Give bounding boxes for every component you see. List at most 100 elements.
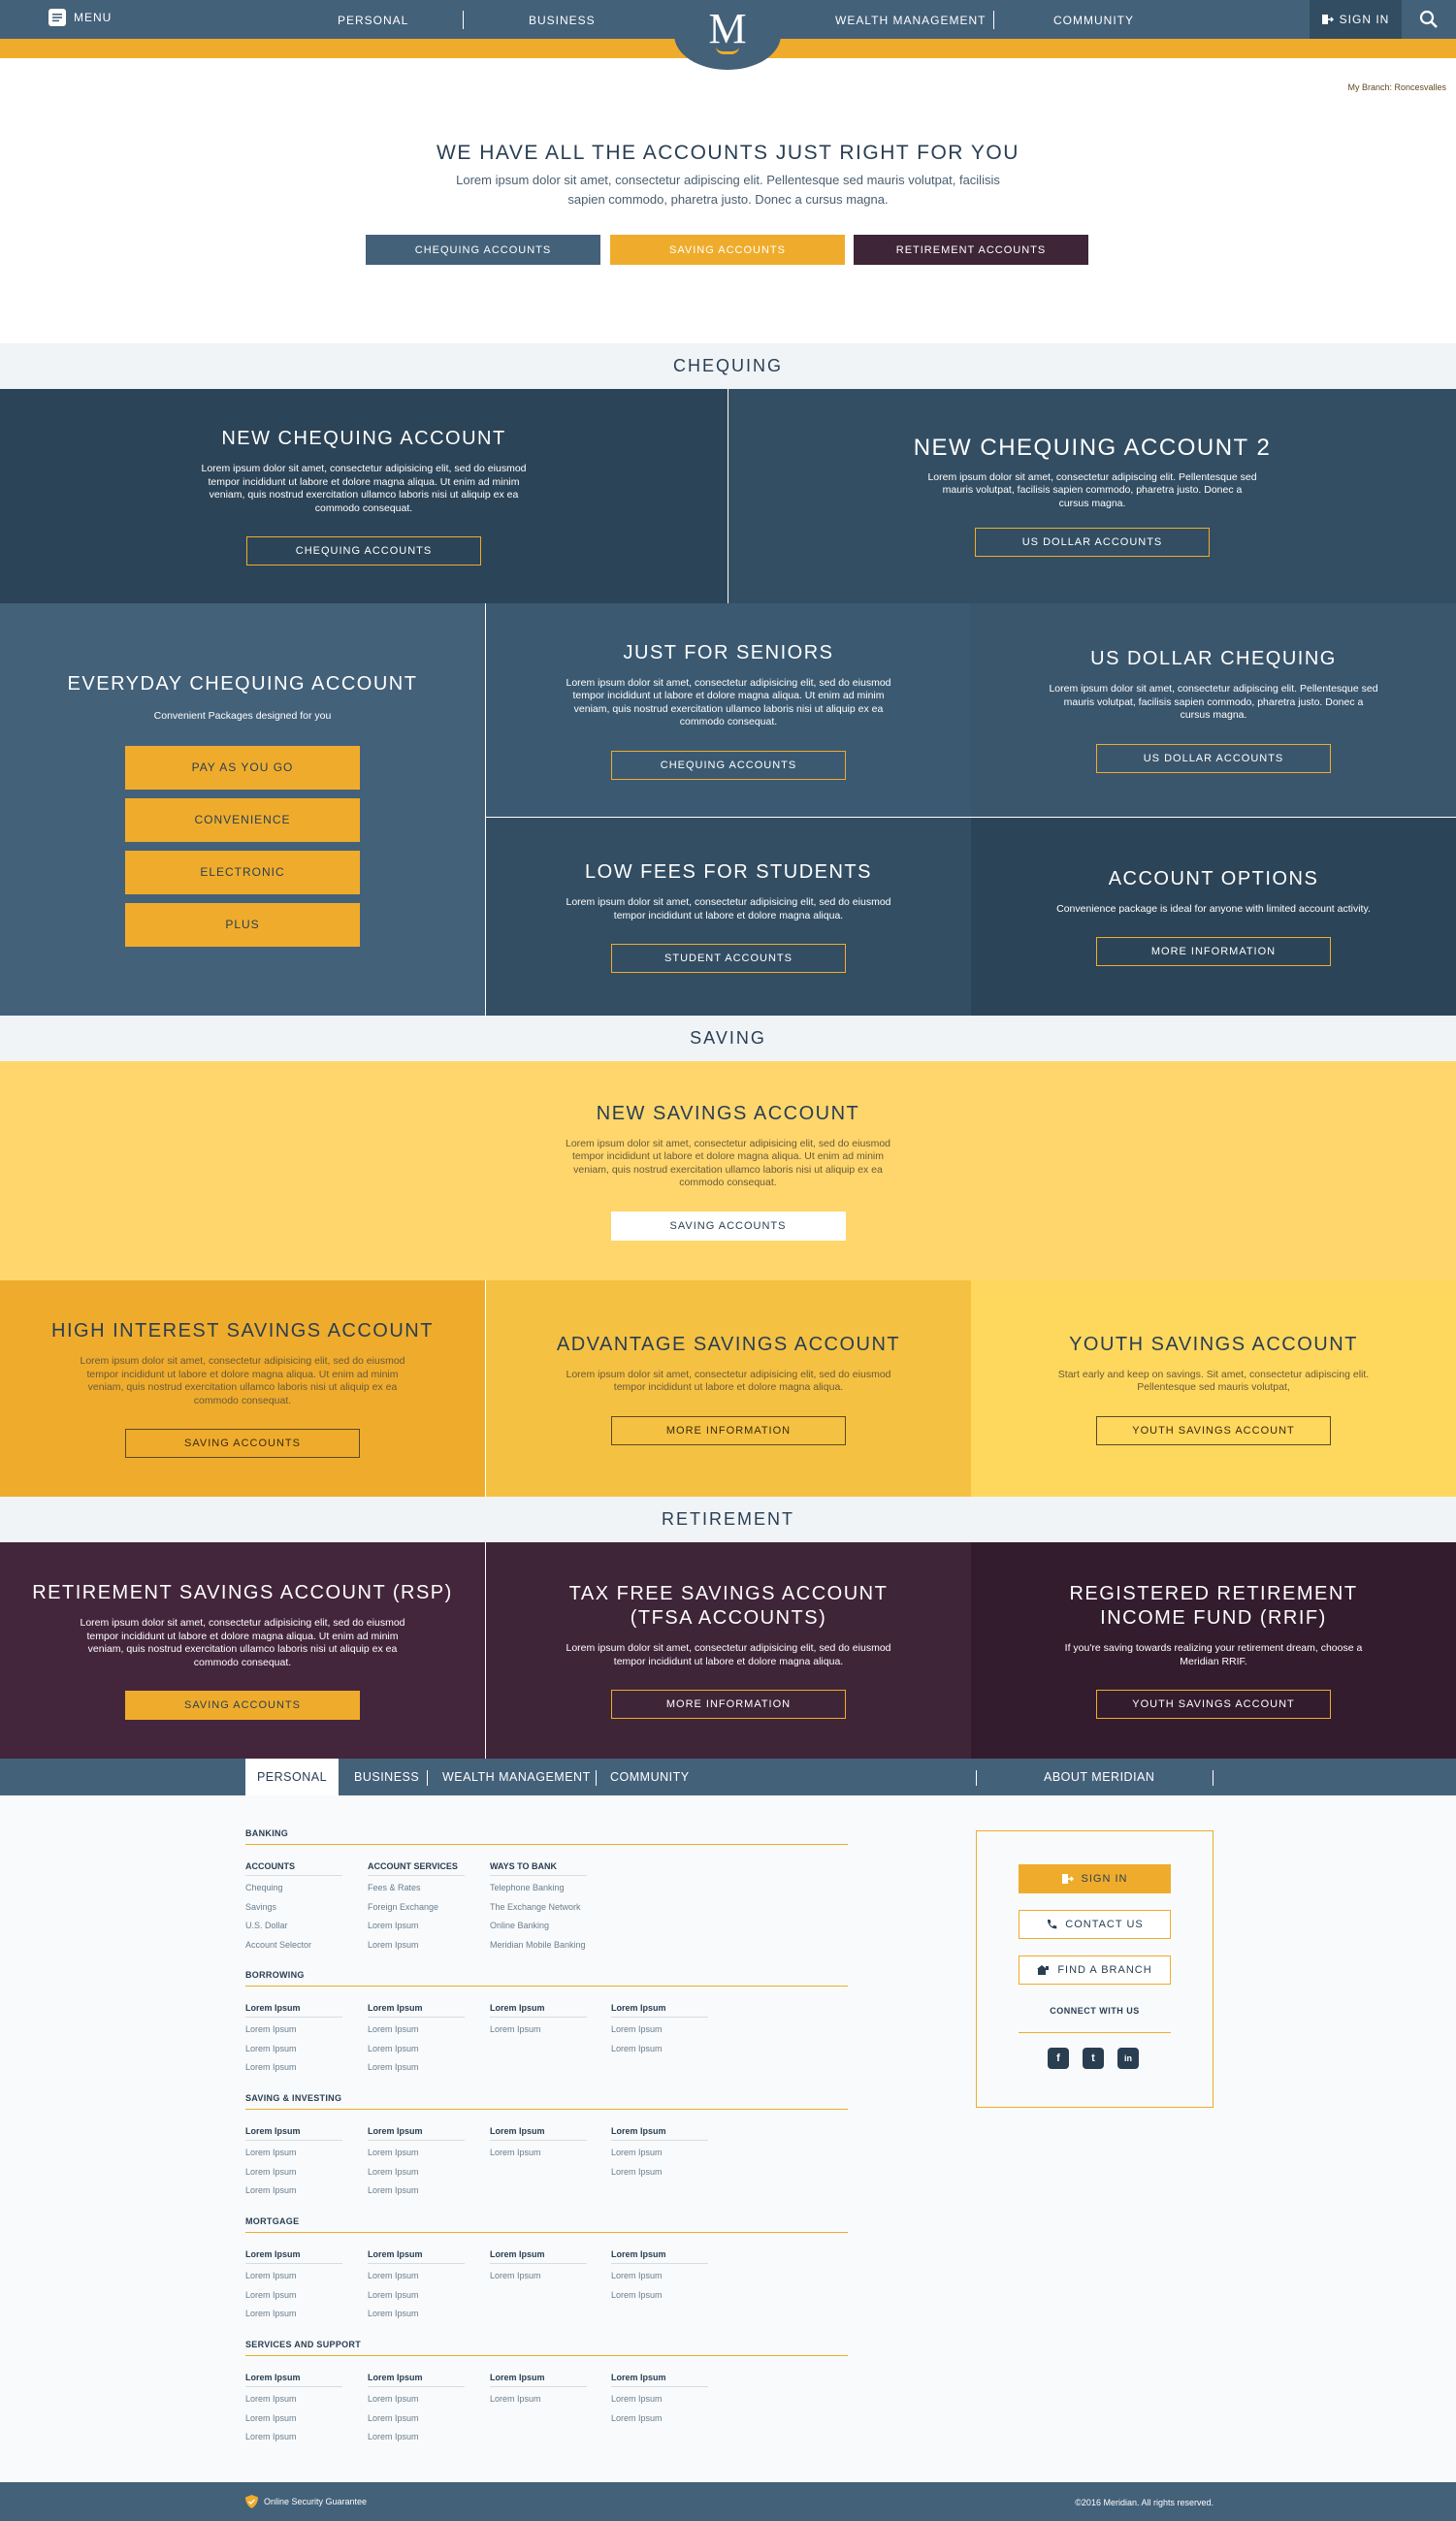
sitemap-link[interactable]: Lorem Ipsum xyxy=(245,2271,342,2290)
convenience-button[interactable]: CONVENIENCE xyxy=(125,797,360,842)
sitemap-link[interactable]: Lorem Ipsum xyxy=(245,2062,342,2082)
sitemap-link[interactable]: Lorem Ipsum xyxy=(368,2290,465,2310)
sitemap-link[interactable]: The Exchange Network xyxy=(490,1902,587,1922)
saving-accounts-button[interactable]: SAVING ACCOUNTS xyxy=(125,1691,360,1720)
sitemap-link[interactable]: Lorem Ipsum xyxy=(245,2185,342,2205)
facebook-icon[interactable]: f xyxy=(1048,2048,1069,2069)
more-information-button[interactable]: MORE INFORMATION xyxy=(611,1415,846,1445)
sitemap-link[interactable]: Lorem Ipsum xyxy=(245,2394,342,2413)
nav-business[interactable]: BUSINESS xyxy=(529,14,596,27)
security-guarantee-link[interactable]: Online Security Guarantee xyxy=(245,2495,367,2508)
sitemap-link[interactable]: Lorem Ipsum xyxy=(611,2148,708,2167)
sitemap-link[interactable]: Lorem Ipsum xyxy=(368,2044,465,2063)
meridian-logo[interactable]: M xyxy=(674,0,781,70)
sign-in-button[interactable]: SIGN IN xyxy=(1310,0,1402,39)
tfsa-tile: TAX FREE SAVINGS ACCOUNT (TFSA ACCOUNTS)… xyxy=(486,1542,971,1759)
copyright-text: ©2016 Meridian. All rights reserved. xyxy=(1075,2498,1213,2507)
footer-tab-personal[interactable]: PERSONAL xyxy=(245,1759,339,1795)
sitemap-link[interactable]: Chequing xyxy=(245,1883,342,1902)
chequing-accounts-button[interactable]: CHEQUING ACCOUNTS xyxy=(246,536,481,566)
sitemap-link[interactable]: U.S. Dollar xyxy=(245,1921,342,1940)
sitemap-link[interactable]: Lorem Ipsum xyxy=(368,2024,465,2044)
saving-accounts-button[interactable]: SAVING ACCOUNTS xyxy=(125,1429,360,1458)
footer-tab-about-meridian[interactable]: ABOUT MERIDIAN xyxy=(1044,1759,1154,1795)
sitemap-link[interactable]: Lorem Ipsum xyxy=(245,2290,342,2310)
footer-actions-box: SIGN IN CONTACT US FIND A BRANCH CONNECT… xyxy=(976,1830,1213,2108)
sitemap-link[interactable]: Lorem Ipsum xyxy=(245,2024,342,2044)
footer-tab-wealth-management[interactable]: WEALTH MANAGEMENT xyxy=(442,1759,591,1795)
contact-us-button[interactable]: CONTACT US xyxy=(1019,1910,1171,1939)
hero-saving-button[interactable]: SAVING ACCOUNTS xyxy=(610,235,845,265)
find-branch-button[interactable]: FIND A BRANCH xyxy=(1019,1955,1171,1985)
sitemap-link[interactable]: Lorem Ipsum xyxy=(368,2309,465,2328)
sitemap-link[interactable]: Lorem Ipsum xyxy=(611,2290,708,2310)
sitemap-link[interactable]: Lorem Ipsum xyxy=(490,2271,587,2290)
nav-community[interactable]: COMMUNITY xyxy=(1053,14,1134,27)
rsp-tile: RETIREMENT SAVINGS ACCOUNT (RSP) Lorem i… xyxy=(0,1542,485,1759)
sitemap-link[interactable]: Account Selector xyxy=(245,1940,342,1959)
sitemap-link[interactable]: Lorem Ipsum xyxy=(611,2024,708,2044)
sitemap-link[interactable]: Online Banking xyxy=(490,1921,587,1940)
sitemap-link[interactable]: Lorem Ipsum xyxy=(368,1921,465,1940)
sitemap-link[interactable]: Lorem Ipsum xyxy=(611,2394,708,2413)
sitemap-link[interactable]: Lorem Ipsum xyxy=(368,2271,465,2290)
youth-savings-account-button[interactable]: YOUTH SAVINGS ACCOUNT xyxy=(1096,1415,1331,1445)
sitemap-link[interactable]: Lorem Ipsum xyxy=(368,2167,465,2186)
sitemap-link[interactable]: Lorem Ipsum xyxy=(611,2413,708,2433)
sitemap-link[interactable]: Lorem Ipsum xyxy=(245,2148,342,2167)
sitemap-link[interactable]: Lorem Ipsum xyxy=(245,2167,342,2186)
footer-tab-business[interactable]: BUSINESS xyxy=(354,1759,419,1795)
footer-tab-community[interactable]: COMMUNITY xyxy=(610,1759,690,1795)
sitemap-link[interactable]: Lorem Ipsum xyxy=(368,2394,465,2413)
pay-as-you-go-button[interactable]: PAY AS YOU GO xyxy=(125,745,360,790)
just-for-seniors-tile: JUST FOR SENIORS Lorem ipsum dolor sit a… xyxy=(486,603,971,817)
sitemap-link[interactable]: Lorem Ipsum xyxy=(245,2044,342,2063)
sitemap-link[interactable]: Lorem Ipsum xyxy=(245,2432,342,2451)
sitemap-divider xyxy=(245,2109,848,2110)
youth-savings-account-button[interactable]: YOUTH SAVINGS ACCOUNT xyxy=(1096,1690,1331,1719)
tile-title: REGISTERED RETIREMENT INCOME FUND (RRIF) xyxy=(1069,1583,1358,1629)
more-information-button[interactable]: MORE INFORMATION xyxy=(611,1690,846,1719)
sitemap-link[interactable]: Lorem Ipsum xyxy=(490,2024,587,2044)
saving-accounts-button[interactable]: SAVING ACCOUNTS xyxy=(610,1211,846,1241)
linkedin-icon[interactable]: in xyxy=(1117,2048,1139,2069)
nav-personal[interactable]: PERSONAL xyxy=(338,14,408,27)
sitemap-link[interactable]: Lorem Ipsum xyxy=(490,2394,587,2413)
student-accounts-button[interactable]: STUDENT ACCOUNTS xyxy=(611,944,846,973)
sitemap-link[interactable]: Lorem Ipsum xyxy=(611,2167,708,2186)
chequing-accounts-button[interactable]: CHEQUING ACCOUNTS xyxy=(611,750,846,780)
us-dollar-accounts-button[interactable]: US DOLLAR ACCOUNTS xyxy=(975,528,1210,558)
sitemap-link[interactable]: Lorem Ipsum xyxy=(245,2413,342,2433)
sitemap-link[interactable]: Lorem Ipsum xyxy=(611,2271,708,2290)
sitemap-link[interactable]: Fees & Rates xyxy=(368,1883,465,1902)
us-dollar-accounts-button[interactable]: US DOLLAR ACCOUNTS xyxy=(1096,743,1331,773)
sitemap-link[interactable]: Meridian Mobile Banking xyxy=(490,1940,587,1959)
hero-chequing-button[interactable]: CHEQUING ACCOUNTS xyxy=(366,235,600,265)
sitemap-link[interactable]: Lorem Ipsum xyxy=(368,2185,465,2205)
footer-sign-in-button[interactable]: SIGN IN xyxy=(1019,1864,1171,1893)
sitemap-link[interactable]: Lorem Ipsum xyxy=(245,2309,342,2328)
nav-wealth-management[interactable]: WEALTH MANAGEMENT xyxy=(835,14,986,27)
more-information-button[interactable]: MORE INFORMATION xyxy=(1096,937,1331,967)
sitemap-link[interactable]: Lorem Ipsum xyxy=(368,2148,465,2167)
sitemap-link[interactable]: Lorem Ipsum xyxy=(368,2432,465,2451)
rrif-tile: REGISTERED RETIREMENT INCOME FUND (RRIF)… xyxy=(971,1542,1456,1759)
sign-in-label: SIGN IN xyxy=(1339,13,1390,26)
sitemap-link[interactable]: Lorem Ipsum xyxy=(368,2413,465,2433)
sitemap-link[interactable]: Foreign Exchange xyxy=(368,1902,465,1922)
sitemap-heading: BORROWING xyxy=(245,1970,305,1980)
sitemap-link[interactable]: Lorem Ipsum xyxy=(368,2062,465,2082)
sitemap-link[interactable]: Lorem Ipsum xyxy=(368,1940,465,1959)
sitemap-link[interactable]: Telephone Banking xyxy=(490,1883,587,1902)
sitemap-column-heading: Lorem Ipsum xyxy=(611,2126,708,2141)
hero-retirement-button[interactable]: RETIREMENT ACCOUNTS xyxy=(854,235,1088,265)
menu-button[interactable]: MENU xyxy=(49,9,112,26)
my-branch-text[interactable]: My Branch: Roncesvalles xyxy=(1347,82,1446,92)
sitemap-link[interactable]: Savings xyxy=(245,1902,342,1922)
plus-button[interactable]: PLUS xyxy=(125,902,360,947)
twitter-icon[interactable]: t xyxy=(1083,2048,1104,2069)
sitemap-link[interactable]: Lorem Ipsum xyxy=(490,2148,587,2167)
sitemap-link[interactable]: Lorem Ipsum xyxy=(611,2044,708,2063)
search-button[interactable] xyxy=(1402,0,1456,39)
electronic-button[interactable]: ELECTRONIC xyxy=(125,850,360,894)
